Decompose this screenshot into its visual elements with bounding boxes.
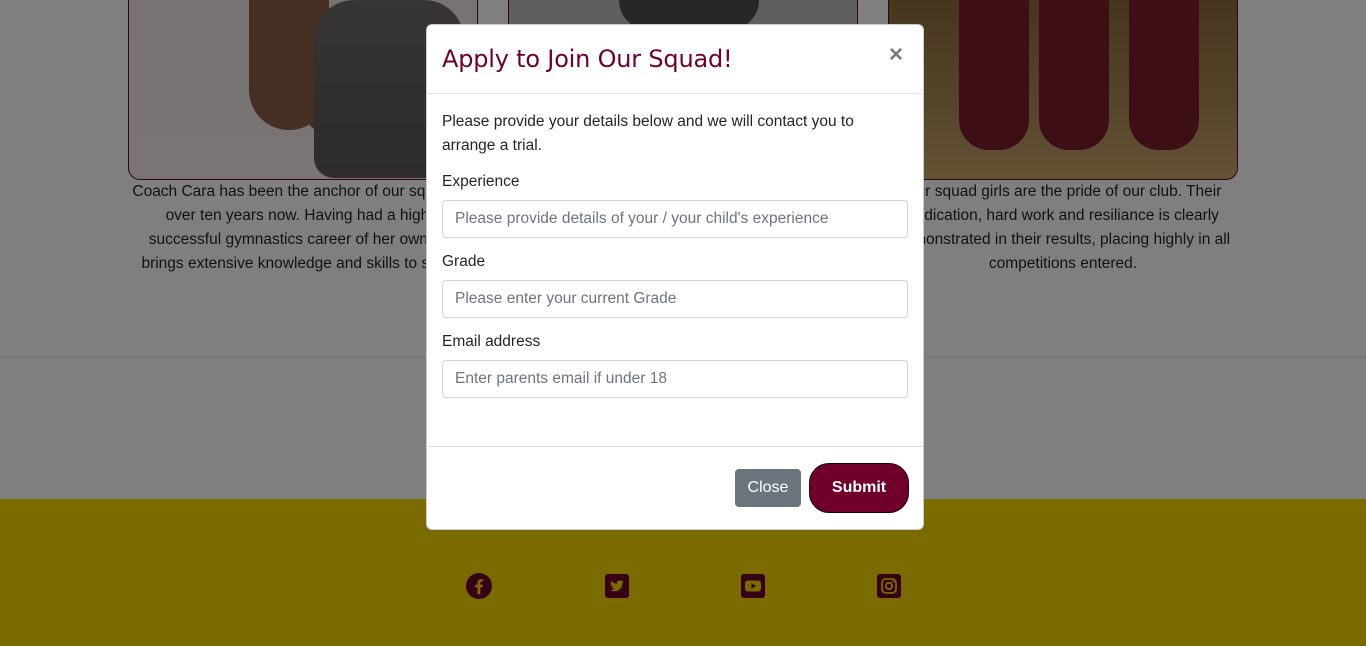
email-input[interactable] (442, 360, 908, 398)
submit-button[interactable]: Submit (809, 463, 909, 513)
modal-footer: Close Submit (427, 446, 923, 529)
experience-label: Experience (442, 173, 520, 190)
modal-title: Apply to Join Our Squad! (442, 45, 733, 73)
email-label: Email address (442, 333, 541, 350)
grade-label: Grade (442, 253, 486, 270)
modal-header: Apply to Join Our Squad! × (427, 25, 923, 94)
apply-modal: Apply to Join Our Squad! × Please provid… (426, 24, 924, 530)
modal-body: Please provide your details below and we… (427, 94, 923, 448)
grade-input[interactable] (442, 280, 908, 318)
modal-intro: Please provide your details below and we… (442, 113, 854, 154)
close-icon[interactable]: × (886, 43, 906, 67)
close-button[interactable]: Close (735, 469, 801, 507)
experience-input[interactable] (442, 200, 908, 238)
